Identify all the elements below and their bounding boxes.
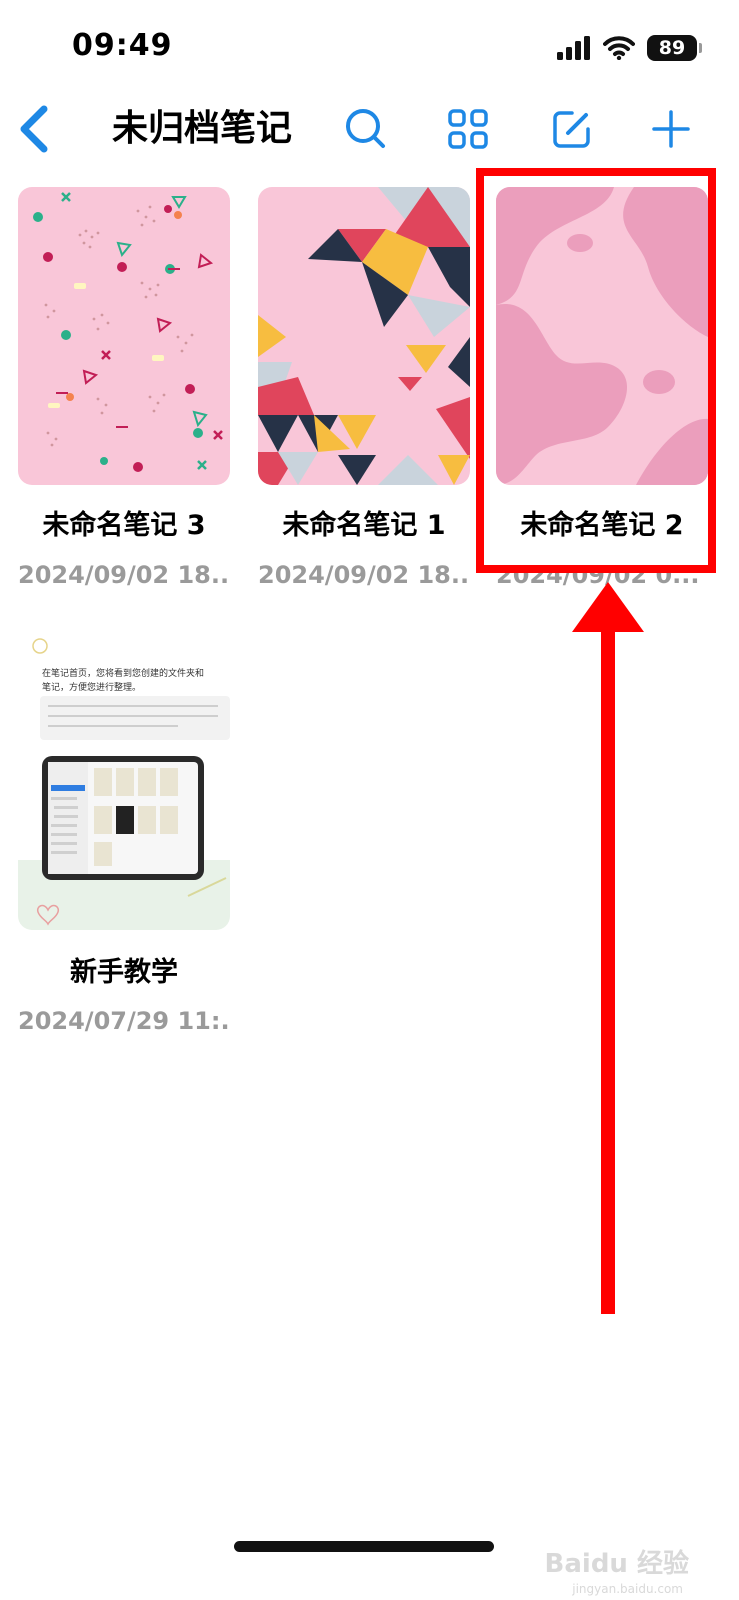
note-date: 2024/09/02 0... (496, 561, 700, 589)
status-icons: 89 (557, 34, 702, 62)
note-date: 2024/09/02 18... (258, 561, 470, 589)
note-thumbnail: 在笔记首页，您将看到您创建的文件夹和 笔记，方便您进行整理。 (18, 632, 230, 930)
note-card[interactable]: 未命名笔记 2 2024/09/02 0... (496, 187, 708, 589)
nav-bar: 未归档笔记 (0, 95, 739, 165)
search-button[interactable] (338, 101, 394, 157)
note-date: 2024/07/29 11:... (18, 1007, 230, 1035)
wifi-icon (603, 36, 635, 60)
add-button[interactable] (643, 101, 699, 157)
page-title: 未归档笔记 (112, 108, 293, 149)
edit-button[interactable] (544, 101, 600, 157)
note-card[interactable]: 未命名笔记 3 2024/09/02 18... (18, 187, 230, 589)
tutorial-line-2: 笔记，方便您进行整理。 (42, 683, 142, 693)
tutorial-line-1: 在笔记首页，您将看到您创建的文件夹和 (42, 669, 205, 679)
search-icon (346, 109, 385, 148)
note-title: 未命名笔记 3 (42, 510, 206, 541)
status-bar: 09:49 89 (0, 0, 739, 90)
grid-view-button[interactable] (440, 101, 496, 157)
home-indicator[interactable] (234, 1541, 494, 1552)
back-button[interactable] (14, 101, 54, 157)
back-chevron-icon (20, 105, 48, 153)
note-thumbnail (258, 187, 470, 485)
battery-level: 89 (658, 37, 686, 59)
note-thumbnail (496, 187, 708, 485)
note-thumbnail (18, 187, 230, 485)
edit-icon (553, 111, 590, 148)
add-icon (652, 110, 690, 148)
watermark-url: jingyan.baidu.com (572, 1582, 683, 1596)
note-title: 未命名笔记 1 (282, 510, 446, 541)
note-title: 新手教学 (70, 957, 178, 988)
status-time: 09:49 (72, 28, 173, 63)
arrow-up-icon (572, 582, 644, 1314)
signal-icon (557, 36, 590, 60)
note-card[interactable]: 在笔记首页，您将看到您创建的文件夹和 笔记，方便您进行整理。 新手教学 2024… (18, 632, 230, 1035)
note-title: 未命名笔记 2 (520, 510, 684, 541)
note-date: 2024/09/02 18... (18, 561, 230, 589)
battery-icon: 89 (647, 35, 702, 61)
note-card[interactable]: 未命名笔记 1 2024/09/02 18... (258, 187, 470, 589)
grid-view-icon (448, 109, 488, 149)
watermark: Baidu 经验 (544, 1549, 689, 1579)
